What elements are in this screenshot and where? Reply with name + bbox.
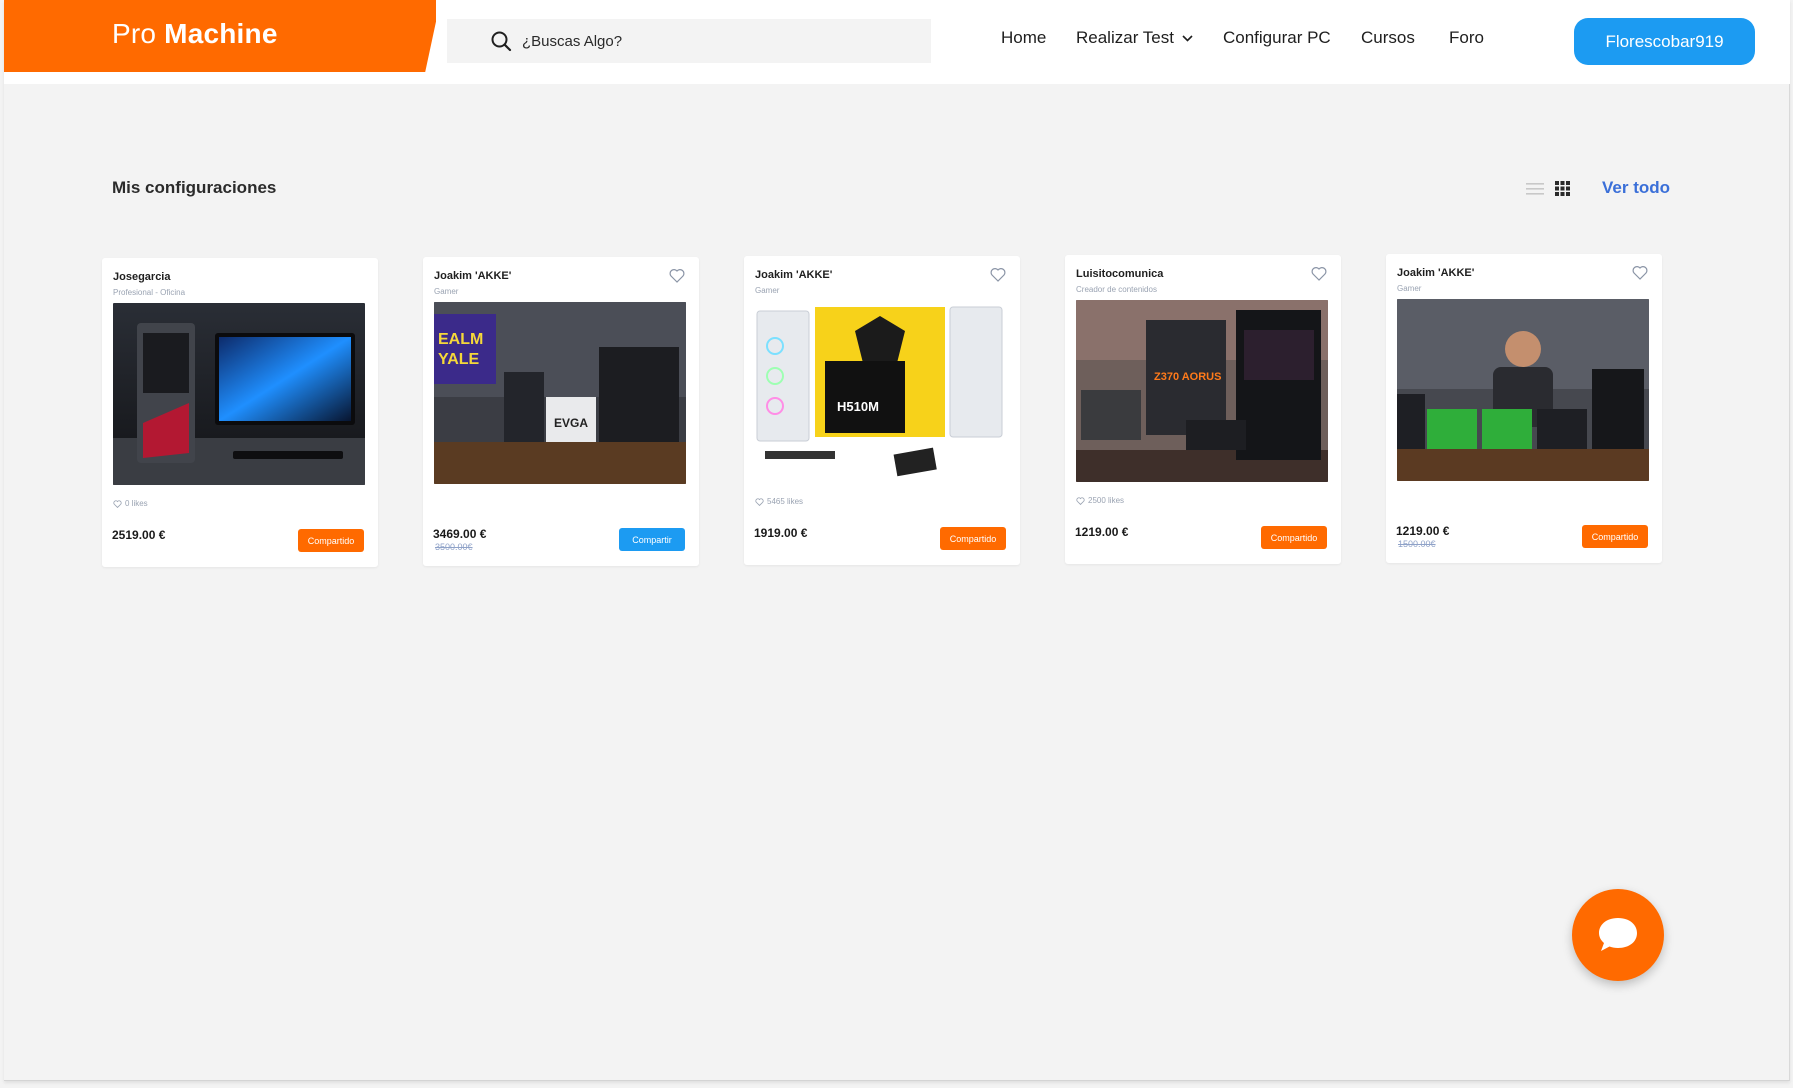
config-card[interactable]: Josegarcia Profesional - Oficina 0 likes… — [102, 258, 378, 567]
card-image-pc-setup[interactable] — [113, 303, 365, 485]
card-author: Joakim 'AKKE' — [434, 270, 512, 282]
card-price: 1219.00 € — [1075, 525, 1129, 539]
card-price: 1919.00 € — [754, 526, 808, 540]
card-price: 1219.00 € — [1396, 524, 1450, 538]
card-share-button[interactable]: Compartir — [619, 528, 685, 551]
heart-small-icon — [755, 497, 764, 506]
heart-small-icon — [1076, 496, 1085, 505]
nav-realizar-test-label: Realizar Test — [1076, 28, 1174, 47]
top-header: Pro Machine Home Realizar Test Configura… — [4, 0, 1790, 84]
card-price: 3469.00 € — [433, 527, 487, 541]
card-share-button[interactable]: Compartido — [1582, 525, 1648, 548]
card-share-button[interactable]: Compartido — [298, 529, 364, 552]
grid-view-icon[interactable] — [1555, 181, 1570, 196]
card-share-button[interactable]: Compartido — [1261, 526, 1327, 549]
card-author: Josegarcia — [113, 271, 171, 283]
nav-home[interactable]: Home — [1001, 28, 1046, 48]
see-all-link[interactable]: Ver todo — [1602, 178, 1670, 198]
card-image-pc-parts[interactable]: EALM YALE EVGA — [434, 302, 686, 484]
heart-icon[interactable] — [1311, 266, 1327, 281]
card-image-pc-build[interactable]: Z370 AORUS — [1076, 300, 1328, 482]
card-subtitle: Gamer — [755, 286, 780, 295]
heart-icon[interactable] — [1632, 265, 1648, 280]
card-share-button[interactable]: Compartido — [940, 527, 1006, 550]
card-subtitle: Gamer — [434, 287, 459, 296]
svg-text:H510M: H510M — [837, 399, 879, 414]
user-account-button[interactable]: Florescobar919 — [1574, 18, 1755, 65]
svg-text:Z370 AORUS: Z370 AORUS — [1154, 371, 1221, 383]
card-subtitle: Profesional - Oficina — [113, 288, 186, 297]
card-old-price: 1500.00€ — [1398, 539, 1436, 549]
card-likes: 0 likes — [113, 499, 148, 508]
config-card[interactable]: Joakim 'AKKE' Gamer 1219.00 € 1500.00€ C… — [1386, 254, 1662, 563]
svg-text:YALE: YALE — [438, 351, 480, 368]
logo-text-light: Pro — [112, 18, 157, 49]
chevron-down-icon — [1182, 34, 1193, 42]
config-card[interactable]: Luisitocomunica Creador de contenidos Z3… — [1065, 255, 1341, 564]
card-price: 2519.00 € — [112, 528, 166, 542]
card-author: Joakim 'AKKE' — [755, 269, 833, 281]
config-card[interactable]: Joakim 'AKKE' Gamer H510M 5465 likes 191… — [744, 256, 1020, 565]
nav-cursos[interactable]: Cursos — [1361, 28, 1415, 48]
nav-foro[interactable]: Foro — [1449, 28, 1484, 48]
card-author: Joakim 'AKKE' — [1397, 267, 1475, 279]
card-likes-text: 0 likes — [125, 499, 148, 508]
heart-small-icon — [113, 499, 122, 508]
heart-icon[interactable] — [990, 267, 1006, 282]
svg-text:EALM: EALM — [438, 331, 483, 348]
heart-icon[interactable] — [669, 268, 685, 283]
logo-text: Pro Machine — [112, 18, 278, 50]
config-card[interactable]: Joakim 'AKKE' Gamer EALM YALE EVGA 3469.… — [423, 257, 699, 566]
card-subtitle: Gamer — [1397, 284, 1422, 293]
nav-realizar-test[interactable]: Realizar Test — [1076, 28, 1193, 48]
chat-bubble-icon — [1599, 918, 1637, 951]
card-image-creator-setup[interactable] — [1397, 299, 1649, 481]
search-bar[interactable] — [447, 19, 931, 63]
section-title: Mis configuraciones — [112, 178, 277, 197]
card-likes-text: 5465 likes — [767, 497, 804, 506]
svg-text:EVGA: EVGA — [554, 416, 588, 430]
card-likes: 2500 likes — [1076, 496, 1124, 505]
chat-button[interactable] — [1572, 889, 1664, 981]
search-input[interactable] — [522, 26, 902, 56]
logo-text-bold: Machine — [164, 18, 278, 49]
card-author: Luisitocomunica — [1076, 268, 1164, 280]
app-window: Pro Machine Home Realizar Test Configura… — [4, 0, 1790, 1081]
card-likes-text: 2500 likes — [1088, 496, 1125, 505]
logo[interactable]: Pro Machine — [4, 0, 436, 72]
list-view-icon[interactable] — [1526, 182, 1544, 196]
search-icon[interactable] — [490, 30, 512, 52]
card-likes: 5465 likes — [755, 497, 803, 506]
card-image-pc-components[interactable]: H510M — [755, 301, 1007, 483]
card-subtitle: Creador de contenidos — [1076, 285, 1157, 294]
card-old-price: 3500.00€ — [435, 542, 473, 552]
nav-configurar-pc[interactable]: Configurar PC — [1223, 28, 1331, 48]
